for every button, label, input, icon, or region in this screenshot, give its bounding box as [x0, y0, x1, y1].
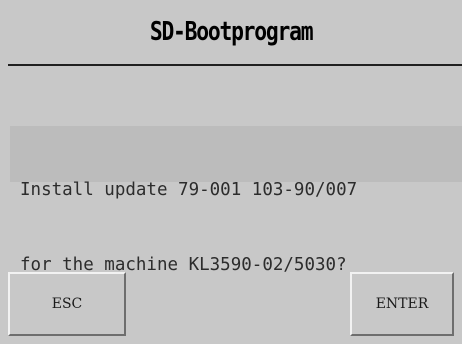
prompt-line-1: Install update 79-001 103-90/007 [20, 180, 358, 200]
update-prompt: Install update 79-001 103-90/007 for the… [10, 126, 462, 275]
title-divider [8, 64, 462, 66]
esc-button[interactable]: ESC [8, 272, 126, 336]
esc-button-label: ESC [51, 296, 83, 312]
enter-button-label: ENTER [375, 296, 429, 312]
page-title: SD-Bootprogram [149, 17, 314, 47]
boot-screen: SD-Bootprogram Install update 79-001 103… [0, 0, 462, 344]
enter-button[interactable]: ENTER [350, 272, 454, 336]
title-bar: SD-Bootprogram [0, 0, 462, 64]
